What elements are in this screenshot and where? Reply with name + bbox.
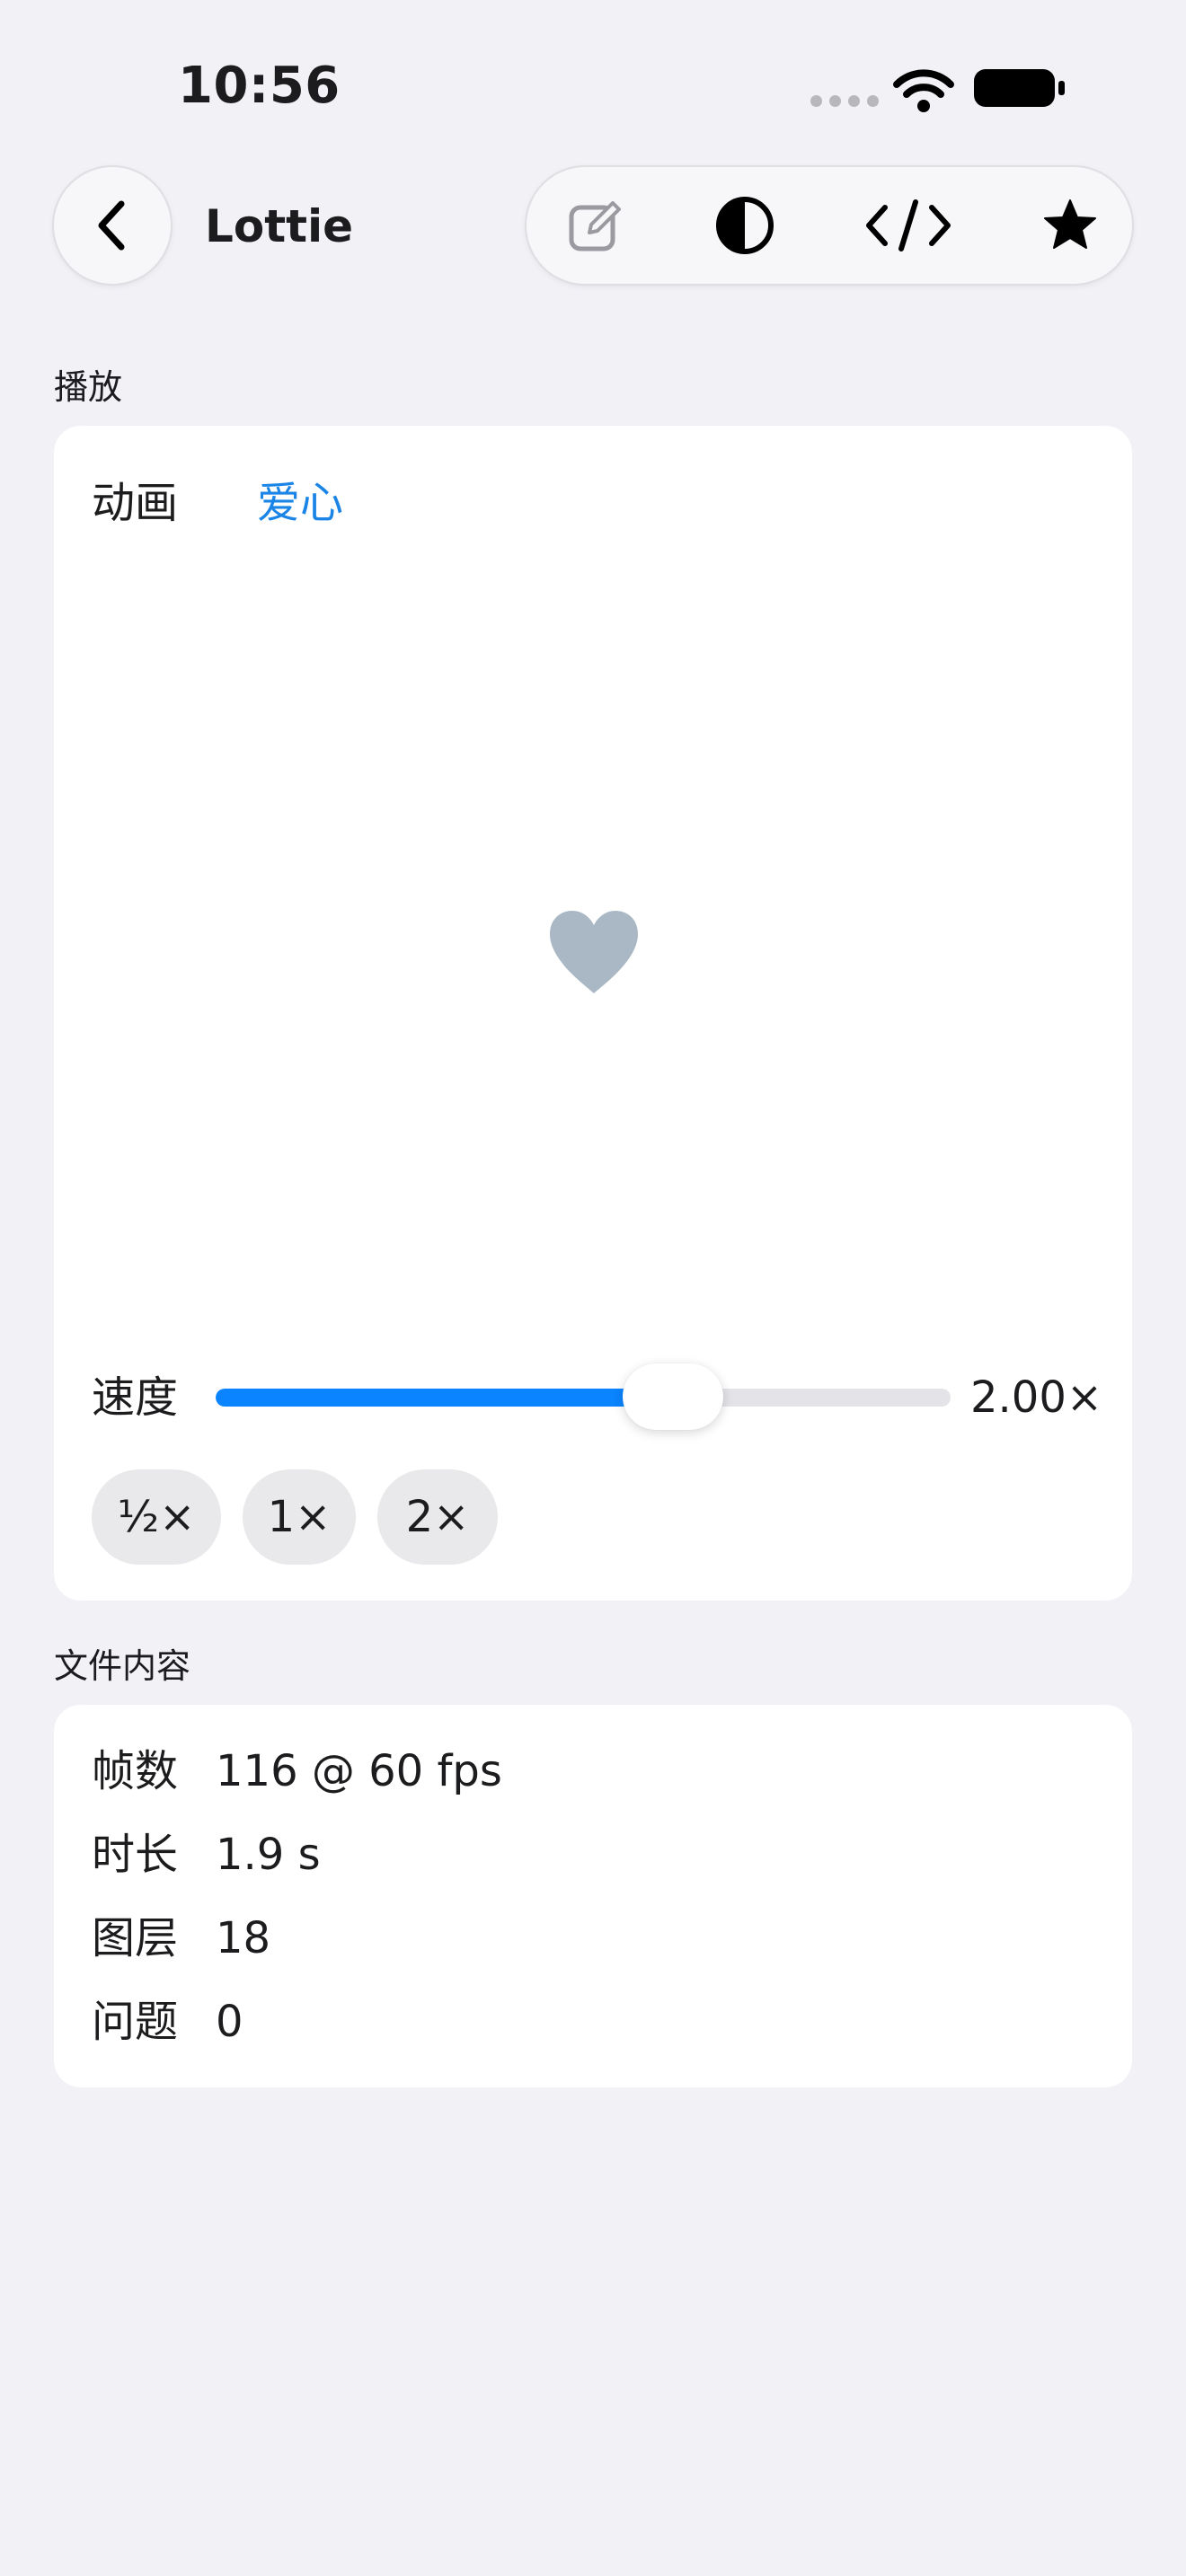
status-time: 10:56 [178, 57, 341, 115]
speed-preset-2x[interactable]: 2× [377, 1469, 498, 1565]
speed-slider[interactable] [216, 1389, 951, 1407]
info-value-layers: 18 [216, 1913, 271, 1963]
code-icon [866, 199, 951, 251]
section-header-file-content: 文件内容 [54, 1646, 191, 1686]
info-value-issues: 0 [216, 1997, 243, 2047]
speed-slider-fill [216, 1389, 673, 1407]
page-title: Lottie [205, 200, 354, 252]
heart-icon [550, 911, 638, 993]
cellular-signal-icon [810, 95, 879, 108]
edit-button[interactable] [545, 167, 644, 284]
speed-preset-1x[interactable]: 1× [243, 1469, 356, 1565]
wifi-icon [891, 66, 956, 113]
animation-label: 动画 [92, 478, 179, 528]
info-label-duration: 时长 [92, 1830, 179, 1880]
animation-picker[interactable]: 爱心 [257, 476, 343, 530]
favorite-button[interactable] [1021, 167, 1120, 284]
info-value-duration: 1.9 s [216, 1830, 321, 1880]
battery-icon [972, 66, 1066, 110]
info-label-layers: 图层 [92, 1913, 179, 1963]
speed-value: 2.00× [970, 1372, 1103, 1423]
appearance-button[interactable] [695, 167, 794, 284]
toolbar [525, 165, 1134, 286]
chevron-left-icon [98, 200, 125, 251]
star-icon [1044, 199, 1096, 249]
edit-icon [569, 201, 621, 251]
back-button[interactable] [52, 165, 173, 286]
speed-label: 速度 [92, 1372, 179, 1423]
contrast-icon [716, 197, 774, 254]
info-label-frames: 帧数 [92, 1746, 179, 1796]
animation-preview [548, 909, 640, 995]
speed-preset-half[interactable]: ½× [92, 1469, 221, 1565]
code-button[interactable] [859, 167, 958, 284]
info-label-issues: 问题 [92, 1997, 179, 2047]
info-value-frames: 116 @ 60 fps [216, 1746, 502, 1796]
speed-slider-thumb[interactable] [622, 1363, 723, 1430]
section-header-playback: 播放 [54, 367, 123, 407]
